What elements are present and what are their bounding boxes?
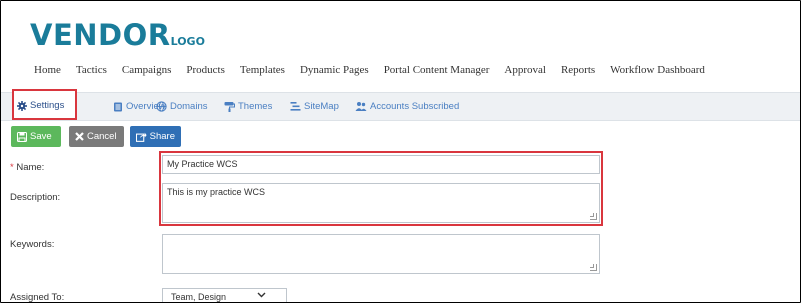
nav-templates[interactable]: Templates	[240, 64, 285, 76]
logo-small-text: LOGO	[170, 35, 205, 48]
save-button-label: Save	[30, 131, 52, 142]
nav-products[interactable]: Products	[186, 64, 225, 76]
tab-sitemap-label: SiteMap	[304, 101, 339, 112]
tab-domains[interactable]: Domains	[156, 93, 208, 120]
share-button[interactable]: Share	[130, 126, 181, 147]
nav-home[interactable]: Home	[34, 64, 61, 76]
globe-icon	[156, 101, 167, 112]
assigned-to-value: Team, Design	[171, 292, 227, 302]
cancel-button-label: Cancel	[87, 131, 117, 142]
nav-approval[interactable]: Approval	[504, 64, 546, 76]
sitemap-icon	[290, 102, 301, 111]
name-label: * Name:	[10, 162, 44, 173]
cancel-button[interactable]: Cancel	[69, 126, 124, 147]
paint-roller-icon	[224, 102, 235, 112]
resize-handle-icon[interactable]	[590, 264, 597, 271]
share-button-label: Share	[149, 131, 175, 142]
nav-dynamic-pages[interactable]: Dynamic Pages	[300, 64, 369, 76]
tab-themes-label: Themes	[238, 101, 273, 112]
save-button[interactable]: Save	[11, 126, 61, 147]
floppy-disk-icon	[17, 131, 27, 142]
sub-navigation: Overview Domains Themes SiteMap Accounts…	[1, 92, 800, 121]
chevron-down-icon	[257, 292, 266, 298]
users-icon	[355, 102, 367, 111]
tab-accounts-subscribed-label: Accounts Subscribed	[370, 101, 460, 112]
required-marker: *	[10, 162, 14, 173]
fields-highlight	[159, 151, 603, 226]
nav-tactics[interactable]: Tactics	[76, 64, 107, 76]
assigned-to-select[interactable]: Team, Design	[162, 288, 287, 302]
tab-settings-label: Settings	[30, 100, 65, 111]
tab-settings[interactable]: Settings	[17, 92, 64, 119]
keywords-label: Keywords:	[10, 239, 55, 250]
keywords-field[interactable]	[162, 234, 600, 274]
nav-reports[interactable]: Reports	[561, 64, 595, 76]
description-label: Description:	[10, 192, 61, 203]
vendor-logo: VENDORLOGO	[30, 21, 205, 50]
share-icon	[136, 132, 147, 142]
tab-accounts-subscribed[interactable]: Accounts Subscribed	[355, 93, 459, 120]
close-icon	[75, 132, 84, 141]
tab-themes[interactable]: Themes	[224, 93, 272, 120]
gear-icon	[17, 100, 27, 111]
assigned-to-label: Assigned To:	[10, 292, 65, 303]
logo-main-text: VENDOR	[30, 18, 171, 52]
name-label-text: Name:	[16, 162, 45, 173]
nav-campaigns[interactable]: Campaigns	[122, 64, 172, 76]
window: VENDORLOGO Home Tactics Campaigns Produc…	[0, 0, 801, 303]
tab-sitemap[interactable]: SiteMap	[290, 93, 339, 120]
tab-domains-label: Domains	[170, 101, 208, 112]
nav-portal-content-manager[interactable]: Portal Content Manager	[384, 64, 490, 76]
nav-workflow-dashboard[interactable]: Workflow Dashboard	[610, 64, 705, 76]
top-navigation: Home Tactics Campaigns Products Template…	[34, 64, 720, 76]
overview-icon	[114, 102, 122, 111]
